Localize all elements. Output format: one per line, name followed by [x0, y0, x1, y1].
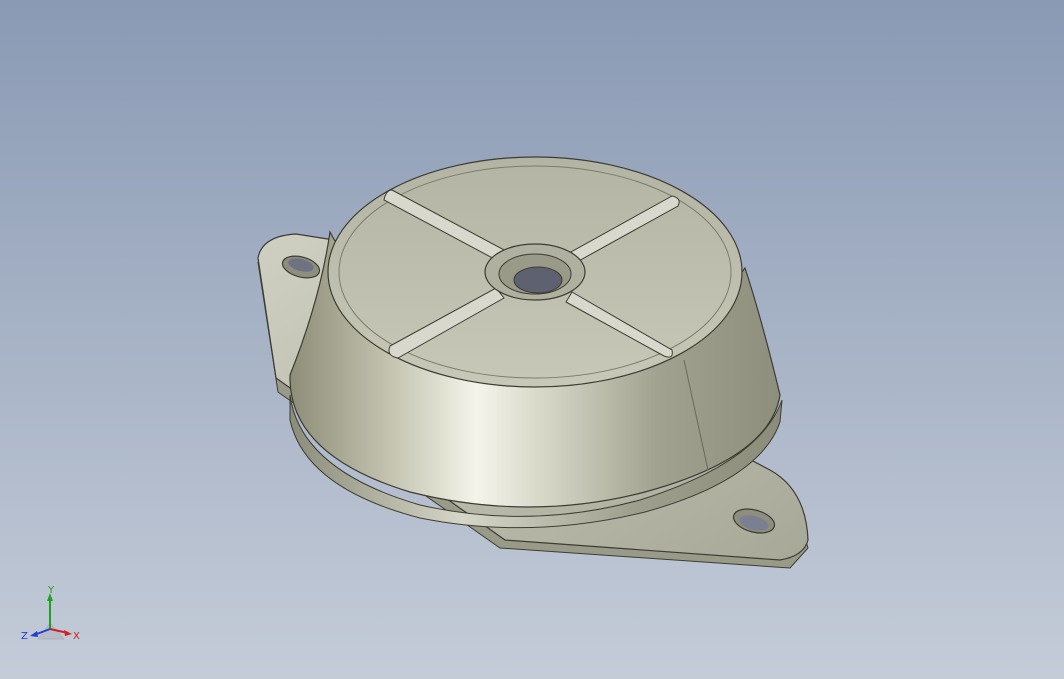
- axis-y-label: Y: [47, 585, 55, 596]
- coordinate-triad: Y X Z: [21, 585, 80, 642]
- axis-x-label: X: [73, 631, 80, 642]
- rubber-mount-model[interactable]: [0, 0, 1064, 679]
- axis-z-label: Z: [21, 631, 28, 642]
- graphics-viewport[interactable]: Y X Z: [0, 0, 1064, 679]
- center-hole: [513, 266, 563, 294]
